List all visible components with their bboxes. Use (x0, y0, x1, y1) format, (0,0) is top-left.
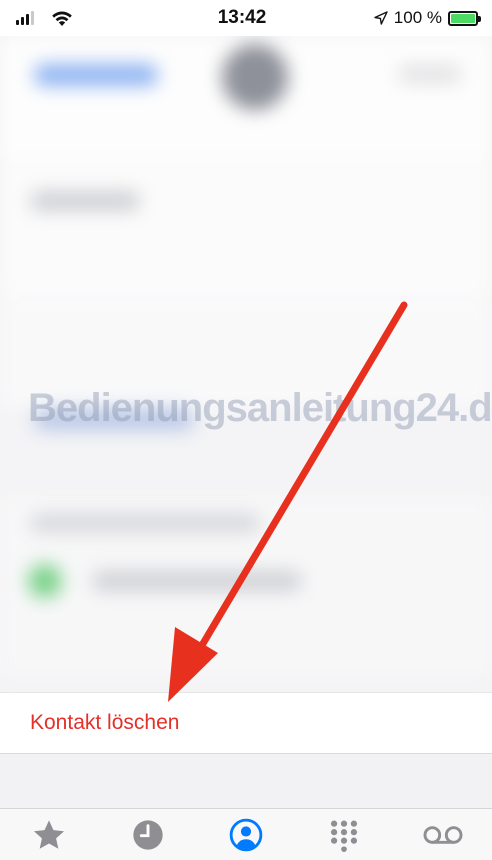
tab-voicemail[interactable] (413, 813, 473, 857)
wifi-icon (52, 11, 72, 26)
keypad-icon (331, 820, 358, 852)
watermark: Bedienungsanleitung24.de (28, 386, 492, 430)
delete-contact-button[interactable]: Kontakt löschen (0, 692, 492, 754)
status-time: 13:42 (217, 7, 267, 28)
location-arrow-icon (374, 11, 388, 25)
tab-bar (0, 808, 492, 860)
cellular-signal-icon (16, 11, 34, 25)
contacts-icon (229, 818, 263, 851)
tab-keypad[interactable] (314, 813, 374, 857)
tab-favorites[interactable] (19, 813, 79, 857)
battery-icon (447, 10, 481, 26)
tab-recents[interactable] (118, 813, 178, 857)
tab-contacts[interactable] (216, 813, 276, 857)
battery-percent: 100 % (393, 8, 442, 27)
status-bar: 13:42 100 % (0, 0, 492, 36)
voicemail-icon (423, 825, 463, 844)
grouped-list-gap (0, 754, 492, 808)
delete-contact-label: Kontakt löschen (30, 711, 180, 734)
star-icon (34, 819, 65, 849)
clock-icon (132, 819, 163, 850)
blurred-contact-content (0, 36, 492, 692)
